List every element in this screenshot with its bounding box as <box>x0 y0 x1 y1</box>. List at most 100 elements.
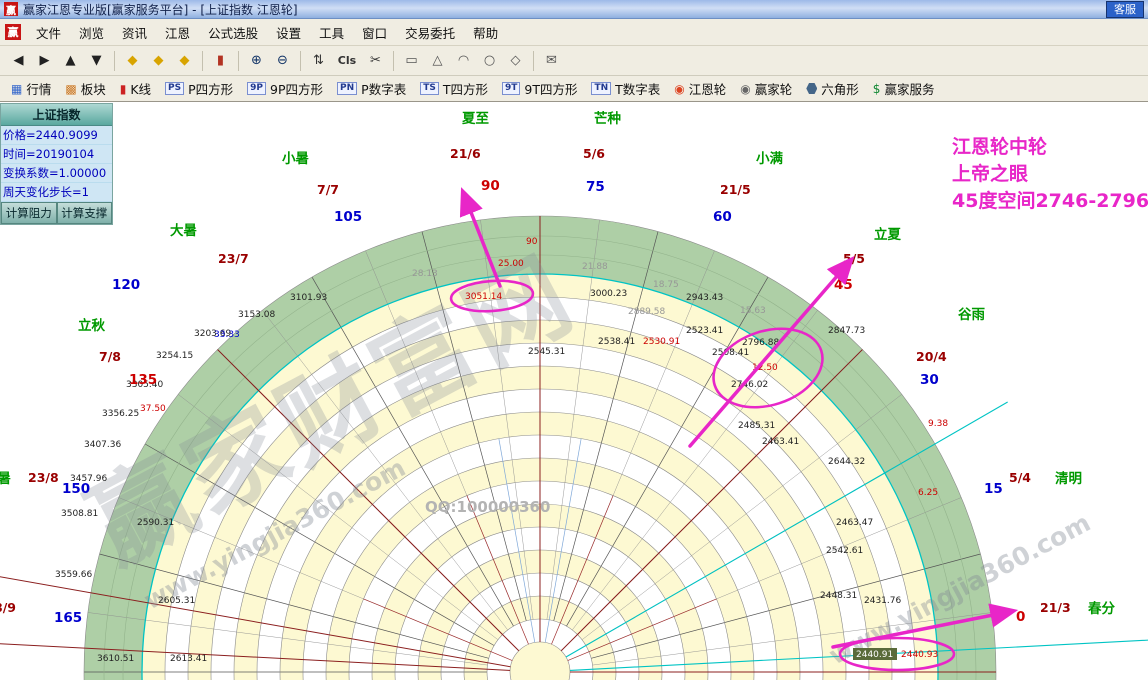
menu-formula-select[interactable]: 公式选股 <box>199 19 267 46</box>
wheel-number: 3559.66 <box>55 570 92 580</box>
wheel-number: 2440.91 <box>856 650 893 660</box>
t-table-button[interactable]: TN T数字表 <box>584 76 667 101</box>
menu-gann[interactable]: 江恩 <box>156 19 199 46</box>
degree-label: 165 <box>54 610 82 626</box>
wheel-number: 2605.31 <box>158 596 195 606</box>
solar-term-label: 夏至 <box>461 111 489 127</box>
date-label: 20/4 <box>916 349 947 364</box>
winner-service-icon: $ <box>873 83 881 95</box>
diamond-2-icon[interactable]: ◆ <box>146 49 171 72</box>
solar-term-label: 小暑 <box>282 151 309 167</box>
menu-items: 文件浏览资讯江恩公式选股设置工具窗口交易委托帮助 <box>27 19 507 46</box>
9p-square-button[interactable]: 9P9P四方形 <box>240 76 330 101</box>
solar-term-label: 立夏 <box>874 226 902 243</box>
window-title: 赢家江恩专业版[赢家服务平台] - [上证指数 江恩轮] <box>23 1 298 18</box>
wheel-number: 2889.58 <box>628 307 665 317</box>
date-label: 8/9 <box>0 600 16 615</box>
annotation-note: 江恩轮中轮 上帝之眼 45度空间2746-2796 <box>952 134 1148 215</box>
back-icon[interactable]: ◀ <box>6 49 31 72</box>
gann-wheel-button[interactable]: ◉江恩轮 <box>667 76 733 101</box>
menu-settings[interactable]: 设置 <box>267 19 310 46</box>
date-label: 7/8 <box>99 349 121 364</box>
menu-file[interactable]: 文件 <box>27 19 70 46</box>
wheel-number: 28.13 <box>412 269 438 279</box>
measure-icon[interactable]: ⇅ <box>306 49 331 72</box>
menu-news[interactable]: 资讯 <box>113 19 156 46</box>
rect-tool-icon[interactable]: ▭ <box>399 49 424 72</box>
degree-label: 15 <box>984 481 1003 497</box>
kline-icon[interactable]: ▮ <box>208 49 233 72</box>
date-label: 23/7 <box>218 251 249 266</box>
circle-tool-icon[interactable]: ○ <box>477 49 502 72</box>
down-icon[interactable]: ▼ <box>84 49 109 72</box>
p-table-button[interactable]: PNP数字表 <box>330 76 413 101</box>
comment-icon[interactable]: ✉ <box>539 49 564 72</box>
wheel-number: 9.38 <box>928 419 948 429</box>
wheel-number: 2485.31 <box>738 421 775 431</box>
triangle-tool-icon[interactable]: △ <box>425 49 450 72</box>
wheel-number: 2448.31 <box>820 591 857 601</box>
hexagon-label: 六角形 <box>821 79 859 98</box>
gann-wheel-label: 江恩轮 <box>689 79 727 98</box>
diamond-3-icon[interactable]: ◆ <box>172 49 197 72</box>
toolbar-separator <box>393 51 394 71</box>
zoom-in-icon[interactable]: ⊕ <box>244 49 269 72</box>
degree-label: 45 <box>834 277 853 293</box>
menu-browse[interactable]: 浏览 <box>70 19 113 46</box>
degree-label: 60 <box>713 209 732 225</box>
date-row: 时间=20190104 <box>1 145 112 164</box>
t-table-icon: TN <box>591 82 611 95</box>
9p-square-label: 9P四方形 <box>270 79 323 98</box>
menu-window[interactable]: 窗口 <box>353 19 396 46</box>
calc-support-button[interactable]: 计算支撑 <box>57 202 113 224</box>
winner-wheel-button[interactable]: ◉赢家轮 <box>733 76 799 101</box>
degree-label: 135 <box>129 372 157 388</box>
wheel-number: 2613.41 <box>170 654 207 664</box>
p-square-icon: PS <box>165 82 184 95</box>
diamond-1-icon[interactable]: ◆ <box>120 49 145 72</box>
winner-wheel-icon: ◉ <box>740 83 750 95</box>
diamond-tool-icon[interactable]: ◇ <box>503 49 528 72</box>
sectors-button[interactable]: ▩板块 <box>58 76 112 101</box>
cls-button[interactable]: Cls <box>332 49 362 72</box>
cut-icon[interactable]: ✂ <box>363 49 388 72</box>
date-label: 21/6 <box>450 146 481 161</box>
annotation-line-1: 江恩轮中轮 <box>952 134 1148 161</box>
wheel-number: 3000.23 <box>590 289 627 299</box>
menu-logo-icon: 赢 <box>5 24 21 40</box>
kline-button[interactable]: ▮K线 <box>113 76 158 101</box>
wheel-number: 2530.91 <box>643 337 680 347</box>
degree-label: 150 <box>62 481 90 497</box>
forward-icon[interactable]: ▶ <box>32 49 57 72</box>
quotes-button[interactable]: ▦行情 <box>4 76 58 101</box>
sectors-label: 板块 <box>81 79 106 98</box>
wheel-number: 2431.76 <box>864 596 901 606</box>
hexagon-button[interactable]: 六角形 <box>799 76 866 101</box>
wheel-number: 25.00 <box>498 259 524 269</box>
wheel-number: 3356.25 <box>102 409 139 419</box>
customer-service-button[interactable]: 客服 <box>1106 1 1144 18</box>
solar-term-label: 大暑 <box>170 222 197 239</box>
date-label: 7/7 <box>317 182 339 197</box>
zoom-out-icon[interactable]: ⊖ <box>270 49 295 72</box>
calc-resistance-button[interactable]: 计算阻力 <box>1 202 57 224</box>
stock-info-panel: 上证指数 价格=2440.9099 时间=20190104 变换系数=1.000… <box>0 103 113 225</box>
9t-square-button[interactable]: 9T9T四方形 <box>495 76 585 101</box>
up-icon[interactable]: ▲ <box>58 49 83 72</box>
price-row: 价格=2440.9099 <box>1 126 112 145</box>
winner-service-button[interactable]: $赢家服务 <box>866 76 942 101</box>
menu-help[interactable]: 帮助 <box>464 19 507 46</box>
wheel-number: 37.50 <box>140 404 166 414</box>
application-window: { "window": { "logo": "赢", "title": "赢家江… <box>0 0 1148 680</box>
t-table-label: T数字表 <box>615 79 660 98</box>
menu-trade-order[interactable]: 交易委托 <box>396 19 464 46</box>
menu-tools[interactable]: 工具 <box>310 19 353 46</box>
toolbar-separator <box>533 51 534 71</box>
p-square-button[interactable]: PSP四方形 <box>158 76 240 101</box>
t-square-button[interactable]: TST四方形 <box>413 76 495 101</box>
wheel-number: 2463.41 <box>762 437 799 447</box>
degree-label: 0 <box>1016 609 1025 625</box>
arc-tool-icon[interactable]: ◠ <box>451 49 476 72</box>
calc-buttons: 计算阻力 计算支撑 <box>1 202 112 224</box>
wheel-number: 2746.02 <box>731 380 768 390</box>
